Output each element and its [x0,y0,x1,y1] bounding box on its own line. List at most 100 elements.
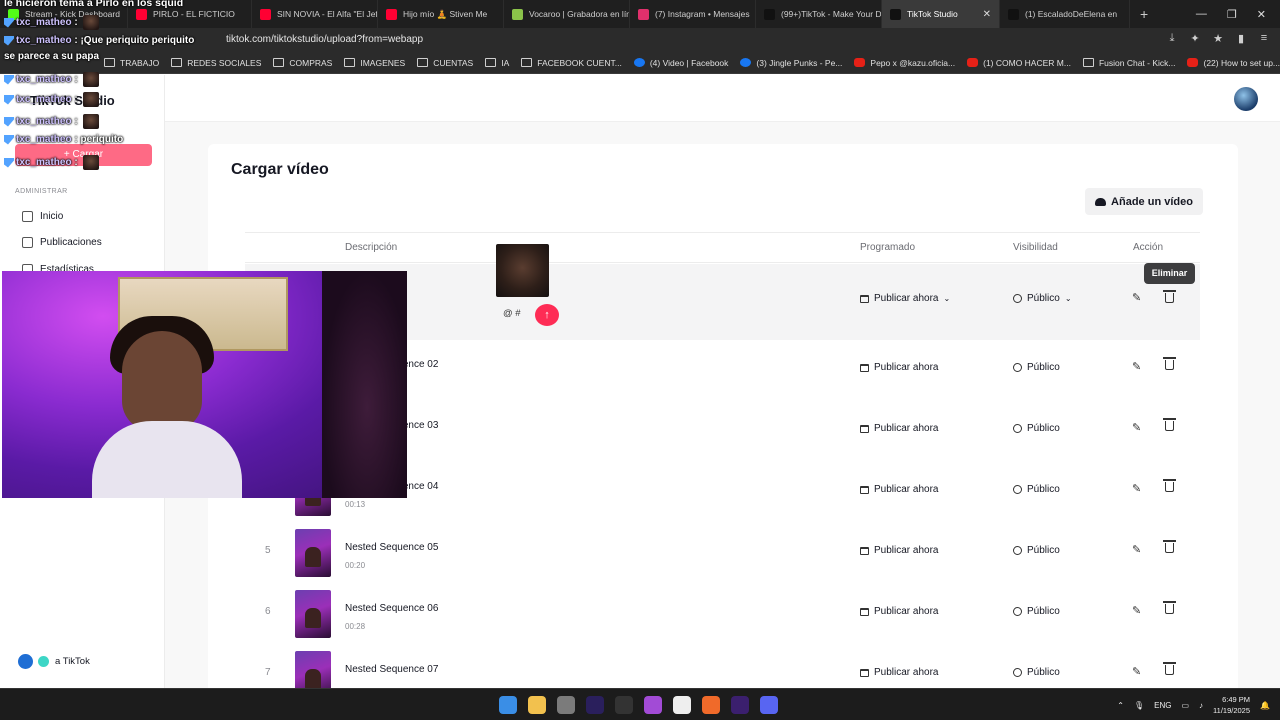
schedule-dropdown[interactable]: Publicar ahora ⌄ [860,293,950,304]
visibility-value[interactable]: Público [1013,606,1060,617]
edit-icon[interactable]: ✎ [1132,604,1141,617]
posts-icon [22,237,33,248]
tab-favicon-icon [764,8,775,20]
menu-icon[interactable]: ≡ [1258,32,1270,45]
edit-icon[interactable]: ✎ [1132,665,1141,678]
browser-tab[interactable]: (1) EscaladoDeElena en [1000,0,1130,28]
discord-icon[interactable] [760,696,778,714]
browser-tab[interactable]: TikTok Studio ✕ [882,0,1000,28]
calendar-icon [860,294,869,303]
folder-icon [485,58,497,67]
visibility-label: Público [1027,423,1060,434]
visibility-dropdown[interactable]: Público ⌄ [1013,293,1072,304]
submit-arrow-button[interactable]: ↑ [535,304,559,326]
chevron-up-icon[interactable]: ⌃ [1117,701,1124,710]
bookmark-item[interactable]: Pepo x @kazu.oficia... [854,58,955,68]
page-title: Cargar vídeo [231,161,329,178]
media-encoder-icon[interactable] [731,696,749,714]
bookmark-item[interactable]: FACEBOOK CUENT... [521,58,622,68]
close-tab-icon[interactable]: ✕ [973,9,991,20]
schedule-value[interactable]: Publicar ahora [860,362,938,373]
network-icon[interactable]: ▭ [1181,701,1189,710]
delete-icon[interactable] [1163,662,1176,675]
close-window-icon[interactable]: ✕ [1257,8,1266,21]
visibility-value[interactable]: Público [1013,667,1060,678]
notification-icon[interactable]: 🔔 [1260,701,1270,710]
schedule-value[interactable]: Publicar ahora [860,423,938,434]
description-input[interactable]: @ # [435,308,523,324]
browser-tab[interactable]: (7) Instagram • Mensajes [630,0,756,28]
edit-icon[interactable]: ✎ [1132,421,1141,434]
add-video-button[interactable]: Añade un vídeo [1085,188,1203,215]
delete-icon[interactable] [1163,290,1176,303]
extension-icon[interactable]: ✦ [1189,32,1201,45]
bookmark-item[interactable]: (4) Video | Facebook [633,58,728,68]
schedule-value[interactable]: Publicar ahora [860,484,938,495]
delete-icon[interactable] [1163,540,1176,553]
schedule-label: Publicar ahora [874,362,939,373]
edit-icon[interactable]: ✎ [1132,543,1141,556]
visibility-value[interactable]: Público [1013,484,1060,495]
bookmark-icon[interactable]: ★ [1212,32,1224,45]
bookmark-item[interactable]: (1) COMO HACER M... [967,58,1071,68]
kick-badge-icon [4,116,14,127]
clock[interactable]: 6:49 PM 11/19/2025 [1213,694,1250,716]
chat-message: txc_matheo : [4,155,100,170]
figma-icon[interactable] [644,696,662,714]
browser-tab[interactable]: Hijo mío 🧘 Stiven Me [378,0,504,28]
new-tab-icon[interactable]: + [1130,6,1158,22]
language-indicator[interactable]: ENG [1154,701,1171,710]
schedule-value[interactable]: Publicar ahora [860,545,938,556]
bookmark-item[interactable]: CUENTAS [417,58,473,68]
kick-badge-icon [4,94,14,105]
sidebar-icon[interactable]: ▮ [1235,32,1247,45]
volume-icon[interactable]: ♪ [1199,701,1203,710]
bookmark-item[interactable]: IA [485,58,509,68]
schedule-value[interactable]: Publicar ahora [860,667,938,678]
file-explorer-icon[interactable] [528,696,546,714]
taskbar-apps [499,696,778,714]
capcut-icon[interactable] [673,696,691,714]
bookmark-item[interactable]: Fusion Chat - Kick... [1082,58,1175,68]
edit-icon[interactable]: ✎ [1132,360,1141,373]
sidebar-item-publicaciones[interactable]: Publicaciones [22,237,102,248]
browser-tab[interactable]: Vocaroo | Grabadora en lín [504,0,630,28]
avatar[interactable] [1234,87,1258,111]
bookmark-item[interactable]: REDES SOCIALES [171,58,261,68]
chrome-icon[interactable] [557,696,575,714]
chat-text: periquito [80,134,124,145]
browser-tab[interactable]: (99+)TikTok - Make Your D [756,0,882,28]
bookmark-item[interactable]: COMPRAS [273,58,332,68]
bookmark-item[interactable]: IMAGENES [344,58,405,68]
epic-games-icon[interactable] [615,696,633,714]
table-row[interactable]: 5 Nested Sequence 05 00:20 Publicar ahora Pú… [245,523,1200,584]
brave-icon[interactable] [702,696,720,714]
microphone-icon[interactable]: 🎙 [1134,701,1144,710]
bookmark-item[interactable]: TRABAJO [104,58,159,68]
premiere-icon[interactable] [586,696,604,714]
windows-start-icon[interactable] [499,696,517,714]
visibility-value[interactable]: Público [1013,362,1060,373]
bookmark-item[interactable]: (3) Jingle Punks - Pe... [740,58,842,68]
bookmark-item[interactable]: (22) How to set up... [1187,58,1280,68]
delete-icon[interactable] [1163,601,1176,614]
browser-tab[interactable]: SIN NOVIA - El Alfa "El Jefe" [252,0,378,28]
minimize-icon[interactable]: — [1196,8,1207,21]
schedule-value[interactable]: Publicar ahora [860,606,938,617]
edit-icon[interactable]: ✎ [1132,291,1141,304]
restore-icon[interactable]: ❐ [1227,8,1237,21]
visibility-value[interactable]: Público [1013,545,1060,556]
taskbar: ⌃ 🎙 ENG ▭ ♪ 6:49 PM 11/19/2025 🔔 [0,688,1280,720]
delete-icon[interactable] [1163,479,1176,492]
chat-username: txc_matheo [16,116,72,127]
delete-icon[interactable] [1163,357,1176,370]
delete-icon[interactable] [1163,418,1176,431]
url-text[interactable]: tiktok.com/tiktokstudio/upload?from=weba… [226,34,423,45]
download-icon[interactable]: ⤓ [1166,32,1178,45]
edit-icon[interactable]: ✎ [1132,482,1141,495]
clock-date: 11/19/2025 [1213,706,1251,715]
back-to-tiktok-link[interactable]: a TikTok [18,654,90,669]
table-row[interactable]: 6 Nested Sequence 06 00:28 Publicar ahora Pú… [245,584,1200,645]
visibility-value[interactable]: Público [1013,423,1060,434]
sidebar-item-inicio[interactable]: Inicio [22,211,63,222]
